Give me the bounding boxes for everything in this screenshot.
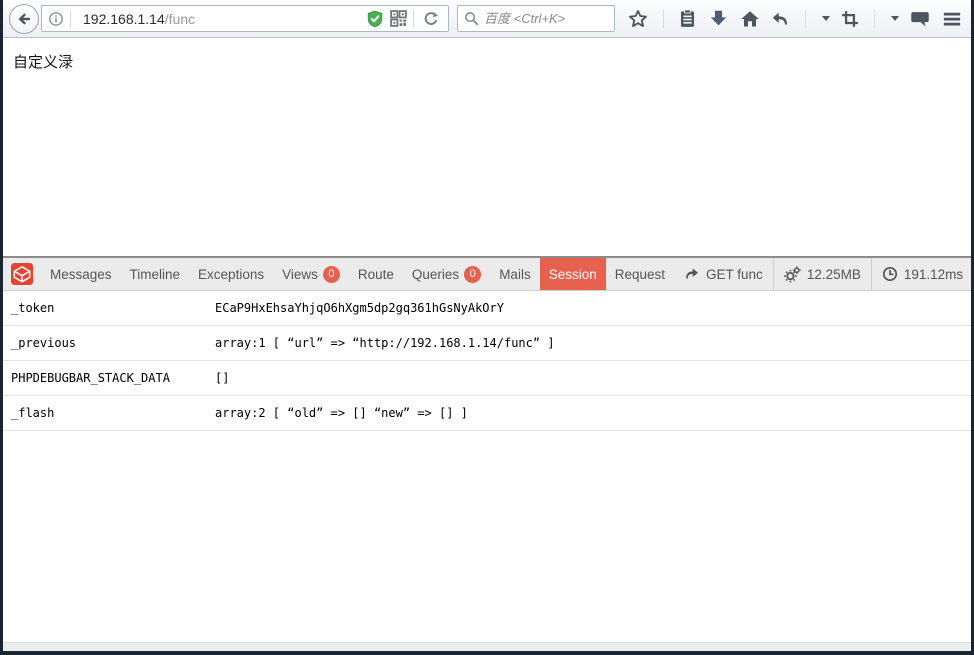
menu-button[interactable] bbox=[939, 7, 965, 31]
reload-icon bbox=[423, 11, 439, 27]
url-host: 192.168.1.14 bbox=[83, 11, 165, 27]
urlbar-divider bbox=[70, 10, 71, 28]
memory-icon bbox=[784, 266, 801, 283]
undo-arrow-icon bbox=[771, 9, 790, 28]
page-content: 自定义渌 bbox=[3, 38, 971, 256]
debugbar-tab-timeline[interactable]: Timeline bbox=[121, 258, 190, 290]
hamburger-icon bbox=[942, 9, 962, 29]
bookmarks-menu-button[interactable] bbox=[675, 7, 700, 30]
url-bar[interactable]: 192.168.1.14/func bbox=[41, 5, 449, 32]
window-bottom-strip bbox=[3, 642, 971, 651]
crop-dropdown-button[interactable] bbox=[887, 14, 902, 23]
screenshot-crop-button[interactable] bbox=[838, 8, 862, 30]
session-value: ECaP9HxEhsaYhjqO6hXgm5dp2gq361hGsNyAkOrY bbox=[215, 301, 971, 315]
session-key: _flash bbox=[3, 406, 215, 420]
session-value: array:2 [ “old” => [] “new” => [] ] bbox=[215, 406, 971, 420]
clipboard-icon bbox=[678, 9, 697, 28]
search-bar[interactable] bbox=[457, 5, 615, 32]
search-icon bbox=[464, 11, 479, 26]
session-row: _flasharray:2 [ “old” => [] “new” => [] … bbox=[3, 396, 971, 431]
debugbar-tab-exceptions[interactable]: Exceptions bbox=[189, 258, 273, 290]
session-panel: _tokenECaP9HxEhsaYhjqO6hXgm5dp2gq361hGsN… bbox=[3, 291, 971, 642]
back-button[interactable] bbox=[9, 4, 39, 34]
tab-label: Request bbox=[615, 267, 665, 282]
window-bottom-edge bbox=[3, 651, 971, 655]
page-text: 自定义渌 bbox=[13, 51, 961, 72]
debugbar-tab-request[interactable]: Request bbox=[606, 258, 674, 290]
toolbar-buttons bbox=[625, 7, 965, 31]
debugbar-header: Messages Timeline Exceptions Views 0 Route Que… bbox=[3, 258, 971, 291]
debugbar-tab-views[interactable]: Views 0 bbox=[273, 258, 349, 290]
session-row: _tokenECaP9HxEhsaYhjqO6hXgm5dp2gq361hGsN… bbox=[3, 291, 971, 326]
session-value: [] bbox=[215, 371, 971, 385]
debugbar-indicator[interactable]: 191.12ms bbox=[871, 258, 973, 290]
tab-label: Exceptions bbox=[198, 267, 264, 282]
time-icon bbox=[882, 266, 898, 282]
session-row: _previousarray:1 [ “url” => “http://192.… bbox=[3, 326, 971, 361]
bookmark-star-button[interactable] bbox=[625, 7, 651, 31]
toolbar-divider bbox=[805, 10, 806, 28]
downloads-button[interactable] bbox=[706, 7, 731, 30]
debugbar-tab-route[interactable]: Route bbox=[349, 258, 403, 290]
tab-label: Route bbox=[358, 267, 394, 282]
toolbar-divider bbox=[663, 10, 664, 28]
browser-toolbar: 192.168.1.14/func bbox=[3, 0, 971, 38]
tab-label: Session bbox=[549, 267, 597, 282]
debugbar-tab-session[interactable]: Session bbox=[540, 258, 606, 290]
star-icon bbox=[628, 9, 648, 29]
session-value: array:1 [ “url” => “http://192.168.1.14/… bbox=[215, 336, 971, 350]
session-row: PHPDEBUGBAR_STACK_DATA[] bbox=[3, 361, 971, 396]
tab-label: Queries bbox=[412, 267, 459, 282]
chevron-down-icon bbox=[822, 16, 830, 21]
tab-label: Views bbox=[282, 267, 318, 282]
indicator-label: 12.25MB bbox=[807, 267, 861, 282]
chevron-down-icon bbox=[891, 16, 899, 21]
debugbar-indicator[interactable]: GET func bbox=[674, 258, 773, 290]
count-badge: 0 bbox=[464, 266, 481, 283]
home-button[interactable] bbox=[737, 7, 763, 31]
session-key: _previous bbox=[3, 336, 215, 350]
adblock-shield-icon[interactable] bbox=[366, 10, 384, 28]
search-input[interactable] bbox=[484, 11, 608, 26]
download-arrow-icon bbox=[709, 9, 728, 28]
session-key: PHPDEBUGBAR_STACK_DATA bbox=[3, 371, 215, 385]
url-path: /func bbox=[165, 11, 195, 27]
undo-dropdown-button[interactable] bbox=[818, 14, 833, 23]
debugbar-tab-mails[interactable]: Mails bbox=[490, 258, 540, 290]
count-badge: 0 bbox=[323, 266, 340, 283]
reload-button[interactable] bbox=[420, 9, 442, 29]
home-icon bbox=[740, 9, 760, 29]
session-key: _token bbox=[3, 301, 215, 315]
crop-icon bbox=[841, 10, 859, 28]
debugbar-indicator[interactable]: 12.25MB bbox=[773, 258, 871, 290]
back-arrow-icon bbox=[16, 11, 32, 27]
qr-code-icon[interactable] bbox=[390, 10, 407, 27]
indicator-label: 191.12ms bbox=[904, 267, 963, 282]
undo-button[interactable] bbox=[768, 7, 793, 30]
chat-button[interactable] bbox=[907, 7, 933, 31]
debugbar-tab-messages[interactable]: Messages bbox=[41, 258, 121, 290]
tab-label: Timeline bbox=[130, 267, 181, 282]
urlbar-divider bbox=[413, 10, 414, 28]
toolbar-divider bbox=[874, 10, 875, 28]
debugbar-tab-queries[interactable]: Queries 0 bbox=[403, 258, 490, 290]
redirect-icon bbox=[684, 266, 700, 282]
browser-window: 192.168.1.14/func bbox=[0, 0, 974, 655]
tab-label: Messages bbox=[50, 267, 112, 282]
site-info-icon[interactable] bbox=[48, 11, 64, 27]
tab-label: Mails bbox=[499, 267, 531, 282]
chat-bubble-icon bbox=[910, 9, 930, 29]
indicator-label: GET func bbox=[706, 267, 763, 282]
laravel-logo-icon[interactable] bbox=[11, 263, 33, 285]
debugbar: Messages Timeline Exceptions Views 0 Route Que… bbox=[3, 256, 971, 642]
